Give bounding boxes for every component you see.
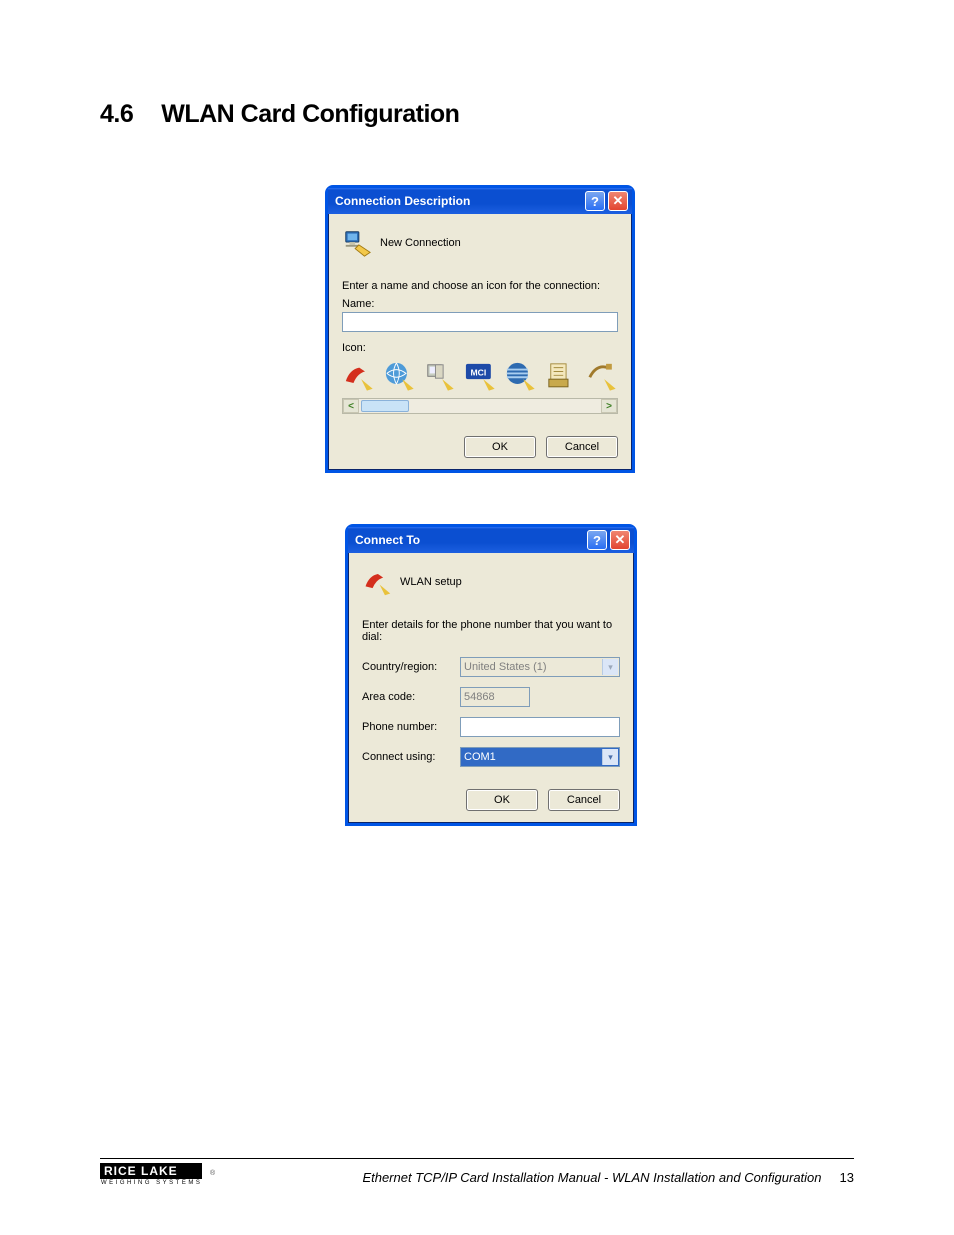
connect-using-combo[interactable]: COM1 ▾ [460, 747, 620, 767]
dialog-button-row: OK Cancel [342, 436, 618, 458]
dialog-title: Connect To [355, 533, 420, 547]
connect-form: Country/region: United States (1) ▾ Area… [362, 657, 620, 767]
icon-selection-strip[interactable]: MCI [342, 356, 618, 396]
connection-icon [342, 228, 372, 258]
svg-text:MCI: MCI [470, 367, 486, 377]
prompt-text: Enter details for the phone number that … [362, 619, 620, 643]
country-combo[interactable]: United States (1) ▾ [460, 657, 620, 677]
phone-number-label: Phone number: [362, 721, 454, 733]
prompt-text: Enter a name and choose an icon for the … [342, 280, 618, 292]
section-heading: 4.6 WLAN Card Configuration [100, 100, 854, 129]
dialog-titlebar[interactable]: Connect To ? ✕ [348, 527, 634, 553]
scroll-left-arrow-icon[interactable]: < [343, 399, 359, 413]
dialog-body: New Connection Enter a name and choose a… [328, 214, 632, 470]
footer-text: Ethernet TCP/IP Card Installation Manual… [362, 1170, 854, 1185]
area-code-label: Area code: [362, 691, 454, 703]
country-value: United States (1) [464, 661, 547, 673]
phone-number-input[interactable] [460, 717, 620, 737]
ok-button[interactable]: OK [466, 789, 538, 811]
section-title: WLAN Card Configuration [161, 100, 459, 129]
icon-scrollbar[interactable]: < > [342, 398, 618, 414]
dialog-titlebar[interactable]: Connection Description ? ✕ [328, 188, 632, 214]
section-number: 4.6 [100, 100, 133, 129]
connect-to-dialog: Connect To ? ✕ WLAN setup Enter details … [345, 524, 637, 826]
globe-phone-icon[interactable] [383, 359, 416, 393]
dialog-header-row: New Connection [342, 228, 618, 258]
cable-phone-icon[interactable] [585, 359, 618, 393]
dialog-button-row: OK Cancel [362, 789, 620, 811]
document-tray-icon[interactable] [545, 359, 578, 393]
country-label: Country/region: [362, 661, 454, 673]
logo-sub-text: WEIGHING SYSTEMS [100, 1179, 202, 1186]
chevron-down-icon: ▾ [602, 659, 618, 675]
close-button[interactable]: ✕ [608, 191, 628, 211]
rice-lake-logo: RICE LAKE WEIGHING SYSTEMS ® [100, 1163, 202, 1193]
dialog-body: WLAN setup Enter details for the phone n… [348, 553, 634, 823]
close-button[interactable]: ✕ [610, 530, 630, 550]
connect-using-value: COM1 [464, 751, 496, 763]
titlebar-buttons: ? ✕ [585, 191, 628, 211]
cancel-button[interactable]: Cancel [546, 436, 618, 458]
dialog-title: Connection Description [335, 194, 470, 208]
phone-modem-icon [362, 567, 392, 597]
logo-top-text: RICE LAKE [100, 1163, 202, 1179]
area-code-input[interactable] [460, 687, 530, 707]
dialog-header-label: WLAN setup [400, 576, 462, 588]
connect-using-label: Connect using: [362, 751, 454, 763]
computer-phone-icon[interactable] [423, 359, 456, 393]
mci-icon[interactable]: MCI [464, 359, 497, 393]
ok-button[interactable]: OK [464, 436, 536, 458]
cancel-button[interactable]: Cancel [548, 789, 620, 811]
area-code-cell [460, 687, 620, 707]
icon-label: Icon: [342, 342, 618, 354]
help-button[interactable]: ? [587, 530, 607, 550]
scroll-track[interactable] [359, 399, 601, 413]
page-footer: RICE LAKE WEIGHING SYSTEMS ® Ethernet TC… [100, 1158, 854, 1190]
connection-description-dialog: Connection Description ? ✕ New Connectio [325, 185, 635, 473]
chevron-down-icon: ▾ [602, 749, 618, 765]
dialog-header-label: New Connection [380, 237, 461, 249]
scroll-thumb[interactable] [361, 400, 409, 412]
page-number: 13 [840, 1170, 854, 1185]
att-globe-icon[interactable] [504, 359, 537, 393]
dialog-header-row: WLAN setup [362, 567, 620, 597]
name-label: Name: [342, 298, 618, 310]
document-page: 4.6 WLAN Card Configuration Connection D… [0, 0, 954, 1235]
footer-title: Ethernet TCP/IP Card Installation Manual… [362, 1170, 821, 1185]
phone-modem-icon[interactable] [342, 359, 375, 393]
help-button[interactable]: ? [585, 191, 605, 211]
name-input[interactable] [342, 312, 618, 332]
titlebar-buttons: ? ✕ [587, 530, 630, 550]
scroll-right-arrow-icon[interactable]: > [601, 399, 617, 413]
